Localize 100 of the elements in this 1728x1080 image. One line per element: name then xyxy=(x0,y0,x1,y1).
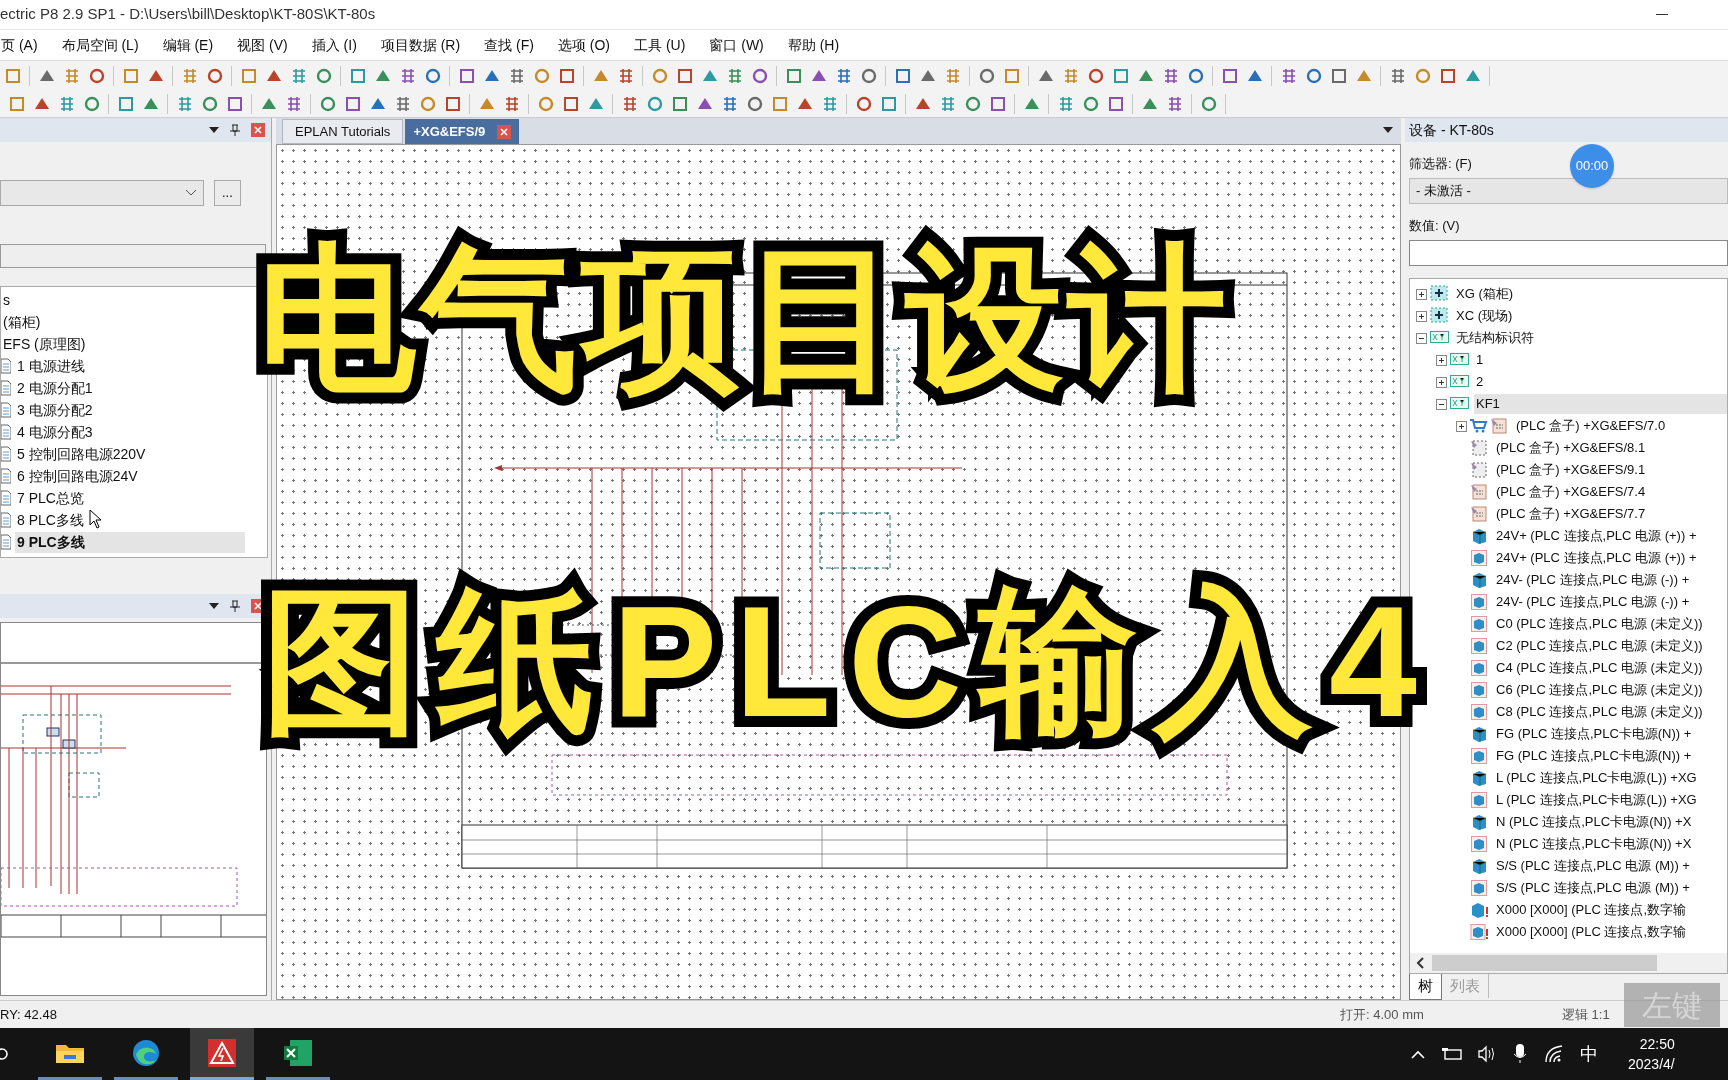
tree-item[interactable]: FG (PLC 连接点,PLC卡电源(N)) + xyxy=(1494,724,1694,744)
tree-item[interactable]: X000 [X000] (PLC 连接点,数字输 xyxy=(1494,922,1688,942)
framed-cube-icon xyxy=(1470,835,1489,853)
plc-box-icon xyxy=(1470,505,1489,523)
tree-item[interactable]: 24V+ (PLC 连接点,PLC 电源 (+)) + xyxy=(1494,526,1699,546)
microphone-icon[interactable] xyxy=(1512,1043,1528,1065)
clock-date[interactable]: 2023/4/ xyxy=(1628,1054,1675,1074)
menu-item[interactable]: 布局空间 (L) xyxy=(60,34,140,56)
expand-icon[interactable] xyxy=(1456,420,1467,432)
tree-item[interactable]: 8 PLC多线 xyxy=(15,509,86,531)
dashed-box-icon xyxy=(1470,439,1489,457)
tree-item[interactable]: C6 (PLC 连接点,PLC 电源 (未定义)) xyxy=(1494,680,1705,700)
snap-grid-text: 打开: 4.00 mm xyxy=(1340,1005,1424,1024)
plc-box-icon xyxy=(1490,417,1509,435)
tree-item[interactable]: KF1 xyxy=(1474,394,1727,414)
chevron-up-icon[interactable] xyxy=(1410,1048,1426,1060)
tree-item[interactable]: X000 [X000] (PLC 连接点,数字输 xyxy=(1494,900,1688,920)
horizontal-scrollbar[interactable] xyxy=(1410,953,1727,973)
scale-text: 逻辑 1:1 xyxy=(1562,1005,1610,1024)
wifi-icon[interactable] xyxy=(1544,1044,1564,1064)
tree-item[interactable]: 24V- (PLC 连接点,PLC 电源 (-)) + xyxy=(1494,592,1692,612)
tree-item[interactable]: C0 (PLC 连接点,PLC 电源 (未定义)) xyxy=(1494,614,1705,634)
value-label: 数值: (V) xyxy=(1409,217,1460,235)
tree-item[interactable]: (箱柜) xyxy=(1,311,43,333)
document-tab[interactable]: +XG&EFS/9 xyxy=(405,119,520,144)
expand-icon[interactable] xyxy=(1416,288,1427,300)
collapse-icon[interactable] xyxy=(1416,332,1427,344)
panel-title: 设备 - KT-80s xyxy=(1405,118,1728,142)
browse-button[interactable]: ... xyxy=(213,180,241,206)
menu-item[interactable]: 查找 (F) xyxy=(483,34,535,56)
tree-item[interactable]: 5 控制回路电源220V xyxy=(15,443,148,465)
filter-label: 筛选器: (F) xyxy=(1409,155,1472,173)
battery-icon[interactable] xyxy=(1442,1047,1462,1061)
scrollbar-thumb[interactable] xyxy=(1432,955,1657,971)
tree-item[interactable]: (PLC 盒子) +XG&EFS/8.1 xyxy=(1494,438,1648,458)
expand-icon[interactable] xyxy=(1416,310,1427,322)
value-field[interactable] xyxy=(1409,240,1728,266)
framed-cube-icon xyxy=(1470,879,1489,897)
expand-icon[interactable] xyxy=(1436,376,1447,388)
tree-item[interactable]: L (PLC 连接点,PLC卡电源(L)) +XG xyxy=(1494,768,1699,788)
tree-item[interactable]: 24V- (PLC 连接点,PLC 电源 (-)) + xyxy=(1494,570,1692,590)
tree-item[interactable]: N (PLC 连接点,PLC卡电源(N)) +X xyxy=(1494,812,1694,832)
menu-item[interactable]: 编辑 (E) xyxy=(161,34,215,56)
pin-icon[interactable] xyxy=(229,600,241,612)
framed-cube-icon xyxy=(1470,659,1489,677)
framed-cube-icon xyxy=(1470,681,1489,699)
tree-item[interactable]: 24V+ (PLC 连接点,PLC 电源 (+)) + xyxy=(1494,548,1699,568)
tree-item[interactable]: 6 控制回路电源24V xyxy=(15,465,140,487)
tree-item[interactable]: XC (现场) xyxy=(1454,306,1515,326)
speaker-icon[interactable] xyxy=(1478,1045,1496,1063)
tree-item[interactable]: 2 xyxy=(1474,372,1486,392)
tree-item[interactable]: (PLC 盒子) +XG&EFS/7.7 xyxy=(1494,504,1648,524)
tree-item[interactable]: EFS (原理图) xyxy=(1,333,88,355)
tree-item[interactable]: XG (箱柜) xyxy=(1454,284,1516,304)
tree-item[interactable]: L (PLC 连接点,PLC卡电源(L)) +XG xyxy=(1494,790,1699,810)
menu-item[interactable]: 插入 (I) xyxy=(310,34,358,56)
scroll-left-icon[interactable] xyxy=(1416,957,1424,969)
dropdown-arrow-icon[interactable] xyxy=(209,126,219,134)
tree-item[interactable]: FG (PLC 连接点,PLC卡电源(N)) + xyxy=(1494,746,1694,766)
tree-item[interactable]: 1 xyxy=(1474,350,1486,370)
clock-time[interactable]: 22:50 xyxy=(1639,1034,1675,1054)
menu-item[interactable]: 工具 (U) xyxy=(633,34,687,56)
document-tab[interactable]: EPLAN Tutorials xyxy=(282,119,404,144)
tree-item[interactable]: 3 电源分配2 xyxy=(15,399,95,421)
collapse-icon[interactable] xyxy=(1436,398,1447,410)
menu-item[interactable]: 帮助 (H) xyxy=(786,34,841,56)
menu-item[interactable]: 选项 (O) xyxy=(556,34,611,56)
pin-icon[interactable] xyxy=(229,124,241,136)
dropdown-field[interactable] xyxy=(0,180,204,206)
tree-item[interactable]: N (PLC 连接点,PLC卡电源(N)) +X xyxy=(1494,834,1694,854)
search-icon[interactable] xyxy=(0,1045,10,1063)
tree-item[interactable]: 无结构标识符 xyxy=(1454,328,1536,348)
expand-icon[interactable] xyxy=(1436,354,1447,366)
tree-item[interactable]: (PLC 盒子) +XG&EFS/7.0 xyxy=(1514,416,1668,436)
tree-item[interactable]: 9 PLC多线 xyxy=(15,531,245,553)
tree-item[interactable]: 1 电源进线 xyxy=(15,355,87,377)
dropdown-arrow-icon[interactable] xyxy=(209,602,219,610)
tree-item[interactable]: S/S (PLC 连接点,PLC 电源 (M)) + xyxy=(1494,856,1692,876)
tree-item[interactable]: C2 (PLC 连接点,PLC 电源 (未定义)) xyxy=(1494,636,1705,656)
filter-dropdown[interactable]: - 未激活 - xyxy=(1409,178,1728,204)
framed-cube-icon xyxy=(1470,549,1489,567)
tab-list-icon[interactable] xyxy=(1383,127,1393,134)
menu-item[interactable]: 窗口 (W) xyxy=(708,34,765,56)
tree-item[interactable]: S/S (PLC 连接点,PLC 电源 (M)) + xyxy=(1494,878,1692,898)
taskbar-app[interactable] xyxy=(190,1028,254,1080)
mouse-cursor-icon xyxy=(89,509,103,529)
tree-item[interactable]: (PLC 盒子) +XG&EFS/7.4 xyxy=(1494,482,1648,502)
tree-item[interactable]: C4 (PLC 连接点,PLC 电源 (未定义)) xyxy=(1494,658,1705,678)
tree-item[interactable]: (PLC 盒子) +XG&EFS/9.1 xyxy=(1494,460,1648,480)
input-method-indicator[interactable]: 中 xyxy=(1580,1040,1598,1068)
tree-item[interactable]: 2 电源分配1 xyxy=(15,377,95,399)
tree-item[interactable]: s xyxy=(1,289,12,311)
tree-item[interactable]: 7 PLC总览 xyxy=(15,487,86,509)
tree-item[interactable]: 4 电源分配3 xyxy=(15,421,95,443)
search-field[interactable] xyxy=(0,244,266,268)
tree-item[interactable]: C8 (PLC 连接点,PLC 电源 (未定义)) xyxy=(1494,702,1705,722)
menu-item[interactable]: 项目数据 (R) xyxy=(379,34,462,56)
menu-item[interactable]: 视图 (V) xyxy=(236,34,289,56)
panel-tab[interactable]: 树 xyxy=(1409,974,1442,1000)
menu-item[interactable]: 页 (A) xyxy=(0,34,39,56)
